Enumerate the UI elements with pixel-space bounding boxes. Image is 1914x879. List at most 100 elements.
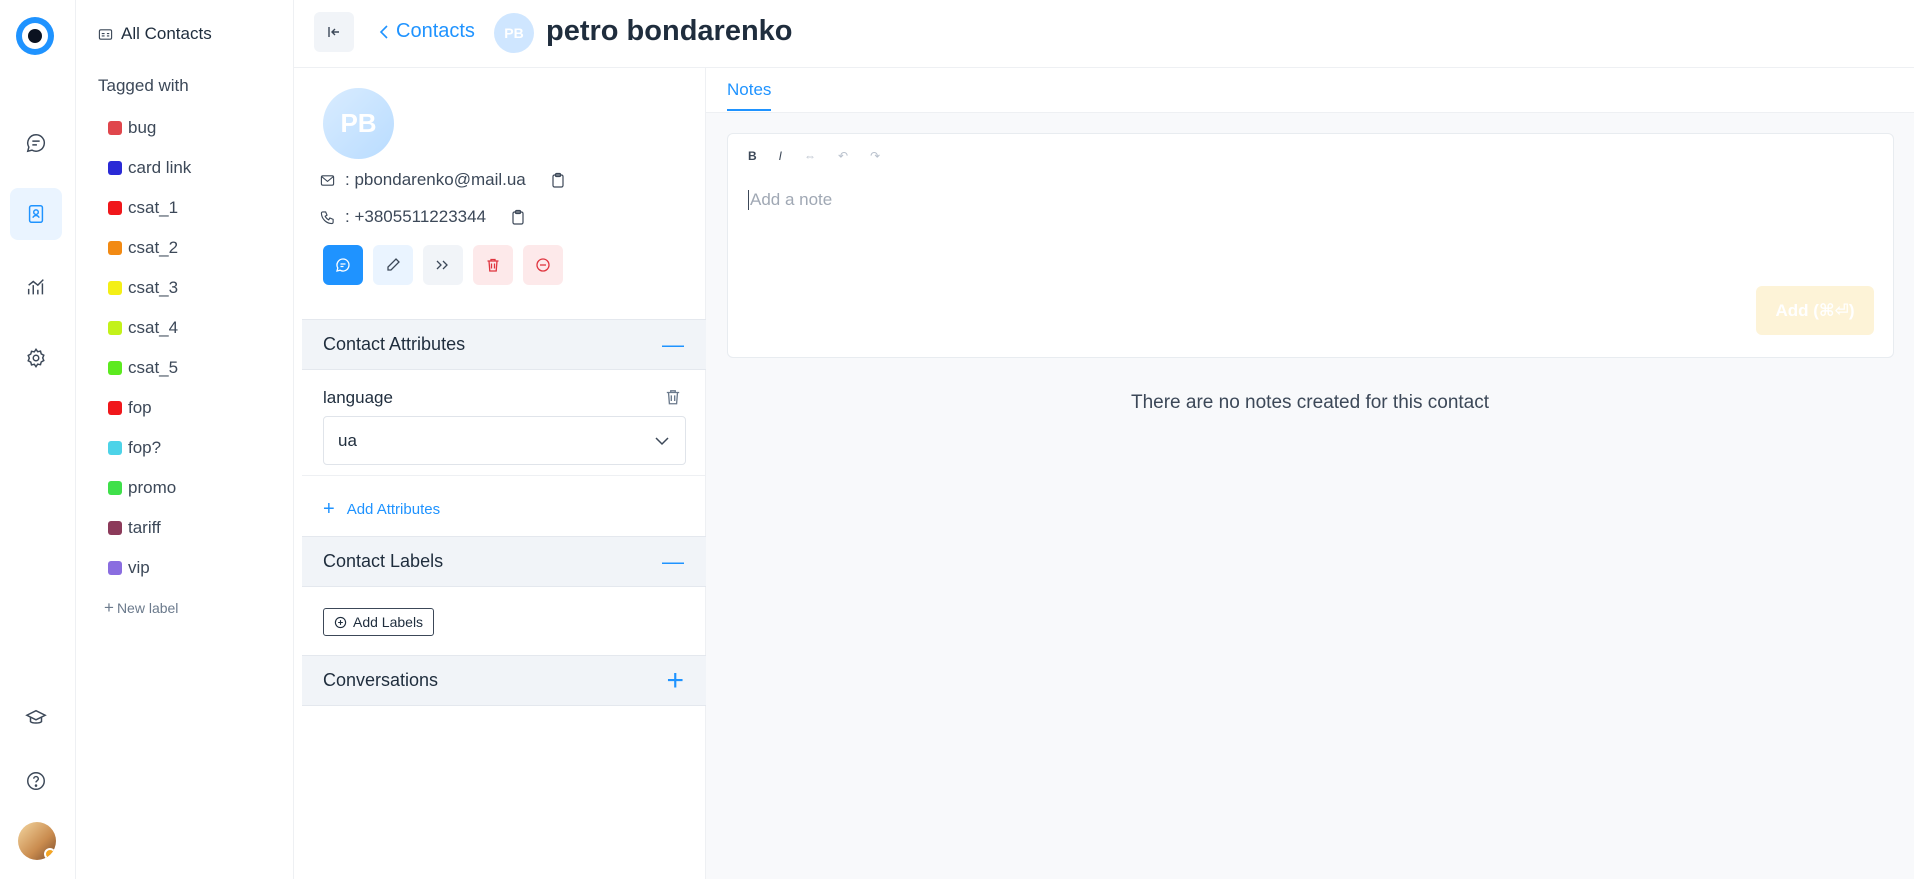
sidebar-label-csat-4[interactable]: csat_4 [108,318,178,338]
collapse-minus-icon[interactable]: — [662,549,684,575]
attribute-name: language [323,388,393,407]
conversations-title: Conversations [323,670,439,690]
sidebar-label-bug[interactable]: bug [108,118,156,138]
sidebar-label-name: bug [128,118,157,137]
sidebar-label-card-link[interactable]: card link [108,158,191,178]
notes-area: Notes B I ⇔ ↶ ↷ Add (⌘⏎) There are no no… [706,68,1914,879]
contact-book-icon [28,205,44,223]
breadcrumb-label: Contacts [396,20,475,42]
note-input[interactable] [748,190,1448,210]
label-color-swatch [108,161,122,175]
sidebar-label-fop-question[interactable]: fop? [108,438,161,458]
chevron-down-icon [655,436,669,445]
sidebar-label-name: csat_2 [128,238,179,257]
new-message-button[interactable] [323,245,363,285]
sidebar-label-csat-3[interactable]: csat_3 [108,278,178,298]
delete-contact-button[interactable] [473,245,513,285]
collapse-minus-icon[interactable]: — [662,332,684,358]
gear-icon [27,347,45,369]
editor-toolbar: B I ⇔ ↶ ↷ [748,149,880,163]
availability-status-dot [44,848,56,860]
contact-email[interactable]: : pbondarenko@mail.ua [345,170,526,190]
mail-icon [320,174,335,186]
user-avatar[interactable] [18,822,56,860]
page-title: petro bondarenko [546,15,793,47]
label-color-swatch [108,481,122,495]
sidebar-label-name: card link [128,158,192,177]
add-labels-text: Add Labels [353,614,424,630]
divider [302,475,706,476]
bold-button[interactable]: B [748,149,757,163]
contact-phone[interactable]: : +3805511223344 [345,207,486,227]
tab-notes[interactable]: Notes [727,80,772,111]
italic-button[interactable]: I [779,149,782,163]
attribute-value-select[interactable]: ua [323,416,686,465]
trash-icon [487,258,499,272]
empty-notes-message: There are no notes created for this cont… [1130,392,1490,413]
sidebar-label-name: csat_3 [128,278,179,297]
phone-icon [320,210,334,224]
add-labels-button[interactable]: Add Labels [323,608,435,636]
plus-circle-icon [334,616,347,628]
block-contact-button[interactable] [523,245,563,285]
sidebar-label-name: fop? [128,438,162,457]
redo-icon[interactable]: ↷ [870,149,880,163]
sidebar-label-name: fop [128,398,152,417]
contact-card-icon [98,28,113,40]
contact-phone-row: : +3805511223344 [320,207,526,227]
contact-labels-title: Contact Labels [323,551,444,571]
sidebar-label-name: csat_5 [128,358,179,377]
notes-tabs: Notes [706,68,1914,113]
chevron-left-icon [379,24,388,39]
conversations-header[interactable]: Conversations + [302,655,706,706]
edit-contact-button[interactable] [373,245,413,285]
merge-contact-button[interactable] [423,245,463,285]
sidebar-label-tariff[interactable]: tariff [108,518,161,538]
sidebar-label-csat-5[interactable]: csat_5 [108,358,178,378]
contacts-sidebar: All Contacts Tagged with bug card link c… [76,0,294,879]
sidebar-label-promo[interactable]: promo [108,478,176,498]
settings-nav-button[interactable] [10,332,62,384]
label-color-swatch [108,441,122,455]
pencil-icon [387,258,400,271]
sidebar-label-vip[interactable]: vip [108,558,150,578]
chat-bubble-icon [336,258,350,272]
add-note-button[interactable]: Add (⌘⏎) [1756,286,1874,335]
merge-arrows-icon [436,260,448,270]
learning-center-button[interactable] [10,692,62,744]
undo-icon[interactable]: ↶ [838,149,848,163]
link-icon[interactable]: ⇔ [804,149,816,163]
plus-icon: + [323,498,335,520]
copy-phone-icon[interactable] [510,209,526,225]
help-button[interactable] [10,755,62,807]
breadcrumb-contacts-link[interactable]: Contacts [378,20,475,43]
contact-avatar: PB [323,88,394,159]
add-attributes-button[interactable]: + Add Attributes [323,498,440,521]
reports-nav-button[interactable] [10,261,62,313]
add-attributes-label: Add Attributes [346,501,441,518]
expand-plus-icon[interactable]: + [666,664,684,698]
minus-circle-icon [536,258,550,272]
contact-attributes-header[interactable]: Contact Attributes — [302,319,706,370]
header-contact-avatar: PB [494,13,534,53]
label-color-swatch [108,241,122,255]
contacts-nav-button[interactable] [10,188,62,240]
collapse-sidebar-button[interactable] [314,12,354,52]
copy-email-icon[interactable] [550,172,566,188]
contact-details-panel: PB : pbondarenko@mail.ua : +380551122334… [302,68,706,879]
sidebar-label-csat-1[interactable]: csat_1 [108,198,178,218]
all-contacts-link[interactable]: All Contacts [98,24,212,44]
app-logo[interactable] [16,17,54,55]
arrow-left-to-bar-icon [328,27,339,37]
contact-email-row: : pbondarenko@mail.ua [320,170,566,190]
conversations-nav-button[interactable] [10,117,62,169]
label-color-swatch [108,361,122,375]
sidebar-label-fop[interactable]: fop [108,398,152,418]
label-color-swatch [108,321,122,335]
primary-nav-rail [0,0,76,879]
delete-attribute-icon[interactable] [664,388,682,406]
new-label-button[interactable]: + New label [104,598,178,618]
sidebar-label-name: tariff [128,518,161,537]
sidebar-label-csat-2[interactable]: csat_2 [108,238,178,258]
contact-labels-header[interactable]: Contact Labels — [302,536,706,587]
